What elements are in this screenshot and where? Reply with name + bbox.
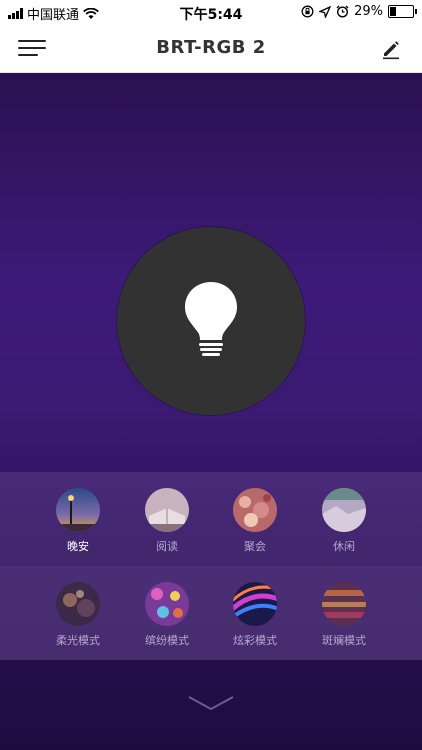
scene-reading[interactable]: 阅读 xyxy=(127,488,207,554)
rotation-lock-icon xyxy=(301,5,314,18)
scene-dazzling[interactable]: 炫彩模式 xyxy=(215,582,295,648)
scene-row-2: 柔光模式 缤纷模式 炫彩模式 斑斓模式 xyxy=(0,566,422,660)
scene-thumbnail xyxy=(322,488,366,532)
scene-thumbnail xyxy=(145,582,189,626)
page-title: BRT-RGB 2 xyxy=(156,37,266,58)
lightbulb-icon xyxy=(185,282,237,356)
main-panel: 晚安 阅读 聚会 休闲 柔光模式 缤纷模式 炫彩模式 斑斓模式 xyxy=(0,73,422,750)
alarm-icon xyxy=(336,5,349,18)
location-icon xyxy=(319,5,332,18)
scene-label: 缤纷模式 xyxy=(145,634,189,647)
scene-thumbnail xyxy=(56,582,100,626)
expand-button[interactable] xyxy=(187,693,235,715)
power-toggle-button[interactable] xyxy=(117,227,305,415)
scene-row-1: 晚安 阅读 聚会 休闲 xyxy=(0,472,422,564)
scene-gorgeous[interactable]: 斑斓模式 xyxy=(304,582,384,648)
scene-label: 阅读 xyxy=(156,540,178,553)
scene-colorful[interactable]: 缤纷模式 xyxy=(127,582,207,648)
scene-soft-light[interactable]: 柔光模式 xyxy=(38,582,118,648)
scene-leisure[interactable]: 休闲 xyxy=(304,488,384,554)
nav-bar: BRT-RGB 2 xyxy=(0,24,422,73)
scene-label: 斑斓模式 xyxy=(322,634,366,647)
chevron-down-icon xyxy=(188,696,234,711)
scene-label: 柔光模式 xyxy=(56,634,100,647)
pencil-icon xyxy=(383,41,399,60)
edit-button[interactable] xyxy=(380,38,402,60)
scene-good-night[interactable]: 晚安 xyxy=(38,488,118,554)
status-bar: 中国联通 下午5:44 29% xyxy=(0,0,422,24)
scene-panel: 晚安 阅读 聚会 休闲 柔光模式 缤纷模式 炫彩模式 斑斓模式 xyxy=(0,472,422,660)
scene-thumbnail xyxy=(322,582,366,626)
status-right: 29% xyxy=(301,4,417,19)
scene-label: 聚会 xyxy=(244,540,266,553)
scene-label: 休闲 xyxy=(333,540,355,553)
scene-thumbnail xyxy=(233,582,277,626)
scene-label: 晚安 xyxy=(67,540,89,553)
battery-icon xyxy=(388,5,417,18)
scene-thumbnail xyxy=(233,488,277,532)
scene-thumbnail xyxy=(56,488,100,532)
battery-percent: 29% xyxy=(354,4,383,19)
scene-label: 炫彩模式 xyxy=(233,634,277,647)
scene-party[interactable]: 聚会 xyxy=(215,488,295,554)
scene-thumbnail xyxy=(145,488,189,532)
